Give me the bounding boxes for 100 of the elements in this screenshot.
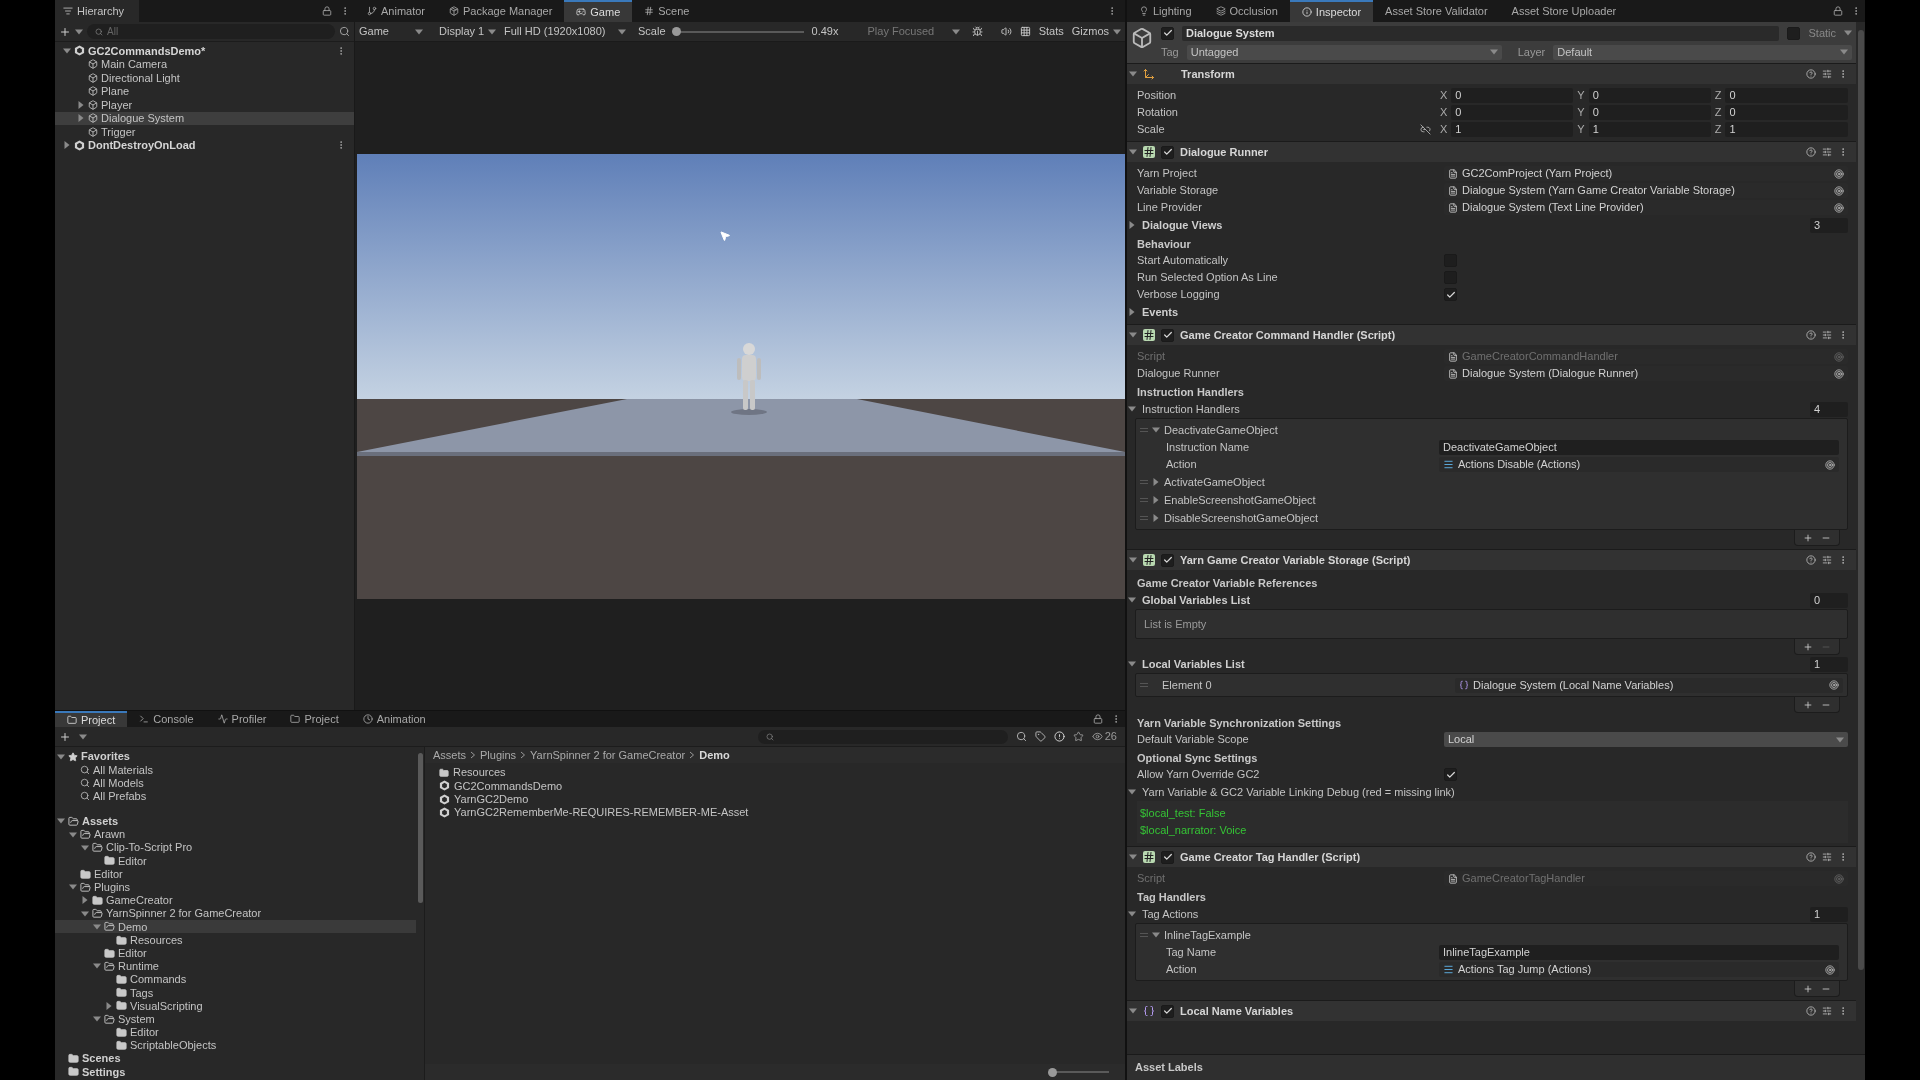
active-checkbox[interactable]: [1161, 26, 1174, 40]
list-element[interactable]: ActivateGameObject: [1152, 473, 1265, 491]
visibility-count[interactable]: 26: [1091, 728, 1121, 745]
add-icon[interactable]: [59, 25, 71, 38]
slider-thumb[interactable]: [1048, 1067, 1057, 1077]
asset-item[interactable]: GC2CommandsDemo: [439, 779, 1125, 793]
number-field[interactable]: 1: [1588, 122, 1711, 137]
add-icon[interactable]: [1803, 699, 1813, 710]
project-tree-item[interactable]: VisualScripting: [55, 999, 416, 1013]
project-tree-item[interactable]: Editor: [55, 1025, 416, 1039]
add-icon[interactable]: [1803, 983, 1813, 994]
project-tree-item[interactable]: Settings: [55, 1065, 416, 1079]
bug-icon[interactable]: [971, 26, 983, 37]
panel-tab[interactable]: Lighting: [1127, 0, 1204, 22]
project-tree-item[interactable]: Assets: [55, 814, 416, 828]
expand-arrow-icon[interactable]: [63, 46, 71, 55]
foldout-arrow-icon[interactable]: [1152, 426, 1160, 434]
asset-item[interactable]: Resources: [439, 766, 1125, 780]
object-picker-icon[interactable]: [1834, 202, 1844, 213]
static-checkbox[interactable]: [1787, 26, 1801, 40]
foldout-arrow-icon[interactable]: [1129, 853, 1137, 861]
foldout-arrow-icon[interactable]: [1128, 910, 1136, 918]
count-field[interactable]: 3: [1810, 217, 1848, 233]
object-picker-icon[interactable]: [1825, 964, 1835, 975]
add-icon[interactable]: [1803, 641, 1813, 652]
panel-tab[interactable]: Profiler: [205, 711, 279, 727]
project-tree-item[interactable]: Favorites: [55, 750, 416, 764]
preset-icon[interactable]: [1822, 555, 1832, 565]
drag-handle-icon[interactable]: [1140, 428, 1148, 432]
count-field[interactable]: 0: [1810, 592, 1848, 608]
project-tree-item[interactable]: Resources: [55, 933, 416, 947]
caret-icon[interactable]: [1113, 27, 1121, 36]
object-picker-icon[interactable]: [1834, 368, 1844, 379]
enable-checkbox[interactable]: [1161, 328, 1174, 342]
component-header[interactable]: Game Creator Command Handler (Script): [1127, 325, 1856, 345]
foldout[interactable]: Local Variables List: [1127, 655, 1245, 673]
panel-tab[interactable]: Asset Store Validator: [1373, 0, 1500, 22]
foldout-arrow-icon[interactable]: [1129, 556, 1137, 564]
foldout-arrow-icon[interactable]: [1128, 308, 1136, 316]
number-field[interactable]: 0: [1725, 105, 1848, 120]
list-element[interactable]: InlineTagExample: [1152, 926, 1251, 944]
object-field[interactable]: Actions Disable (Actions): [1439, 457, 1839, 472]
hierarchy-item[interactable]: Dialogue System: [55, 111, 354, 125]
gizmos-dropdown[interactable]: Gizmos: [1067, 23, 1125, 40]
panel-tab[interactable]: Project: [55, 711, 128, 727]
number-field[interactable]: 0: [1588, 88, 1711, 103]
hierarchy-item[interactable]: Trigger: [55, 125, 354, 139]
object-picker-icon[interactable]: [1829, 680, 1839, 690]
drag-handle-icon[interactable]: [1140, 498, 1148, 502]
foldout[interactable]: Yarn Variable & GC2 Variable Linking Debug (red = missing link): [1127, 783, 1455, 801]
alert-icon[interactable]: [1053, 731, 1065, 742]
breadcrumb-link[interactable]: Demo: [699, 746, 730, 764]
foldout-arrow-icon[interactable]: [1152, 931, 1160, 939]
foldout[interactable]: Dialogue Views: [1127, 216, 1223, 234]
hierarchy-item[interactable]: Player: [55, 98, 354, 112]
project-tree-item[interactable]: YarnSpinner 2 for GameCreator: [55, 907, 416, 921]
component-header[interactable]: Local Name Variables: [1127, 1001, 1856, 1021]
panel-tab[interactable]: Occlusion: [1203, 0, 1290, 22]
panel-tab[interactable]: Scene: [632, 0, 702, 22]
stats-button[interactable]: Stats: [1034, 23, 1068, 40]
project-tree-item[interactable]: Tags: [55, 986, 416, 1000]
foldout-arrow-icon[interactable]: [1129, 331, 1137, 339]
asset-item[interactable]: YarnGC2RememberMe-REQUIRES-REMEMBER-ME-Asset: [439, 805, 1125, 820]
foldout-arrow-icon[interactable]: [1129, 70, 1137, 78]
object-field[interactable]: Actions Tag Jump (Actions): [1439, 962, 1839, 977]
caret-icon[interactable]: [951, 27, 960, 36]
audio-icon[interactable]: [1000, 26, 1012, 37]
number-field[interactable]: 1: [1725, 122, 1848, 137]
project-tree-item[interactable]: Editor: [55, 867, 416, 881]
hierarchy-item[interactable]: Main Camera: [55, 57, 354, 71]
star-icon[interactable]: [1072, 731, 1084, 742]
name-field[interactable]: Dialogue System: [1182, 25, 1780, 41]
foldout-arrow-icon[interactable]: [1128, 788, 1136, 796]
project-tree-item[interactable]: All Prefabs: [55, 789, 416, 803]
number-field[interactable]: 0: [1451, 88, 1574, 103]
hierarchy-item[interactable]: GC2CommandsDemo*: [55, 44, 354, 58]
help-icon[interactable]: [1806, 330, 1816, 340]
number-field[interactable]: 0: [1725, 88, 1848, 103]
panel-tab[interactable]: Inspector: [1289, 0, 1374, 22]
preset-icon[interactable]: [1822, 69, 1832, 79]
help-icon[interactable]: [1806, 852, 1816, 862]
slider-thumb[interactable]: [672, 27, 682, 36]
panel-tab[interactable]: Package Manager: [437, 0, 565, 22]
number-field[interactable]: 1: [1451, 122, 1574, 137]
foldout[interactable]: Events: [1127, 303, 1179, 321]
hierarchy-item[interactable]: DontDestroyOnLoad: [55, 138, 354, 152]
foldout-arrow-icon[interactable]: [1152, 514, 1160, 522]
display-dropdown[interactable]: Display 1: [435, 23, 500, 40]
caret-icon[interactable]: [79, 732, 87, 741]
number-field[interactable]: 0: [1588, 105, 1711, 120]
foldout[interactable]: Tag Actions: [1127, 905, 1199, 923]
add-icon[interactable]: [1803, 532, 1813, 543]
view-dropdown[interactable]: Game: [355, 23, 427, 40]
caret-icon[interactable]: [618, 27, 626, 36]
foldout-arrow-icon[interactable]: [1129, 1007, 1137, 1015]
expand-arrow-icon[interactable]: [93, 962, 101, 971]
search-field[interactable]: [757, 729, 1008, 744]
zoom-slider[interactable]: [1049, 1067, 1109, 1077]
caret-icon[interactable]: [1844, 29, 1852, 37]
preset-icon[interactable]: [1822, 852, 1832, 862]
